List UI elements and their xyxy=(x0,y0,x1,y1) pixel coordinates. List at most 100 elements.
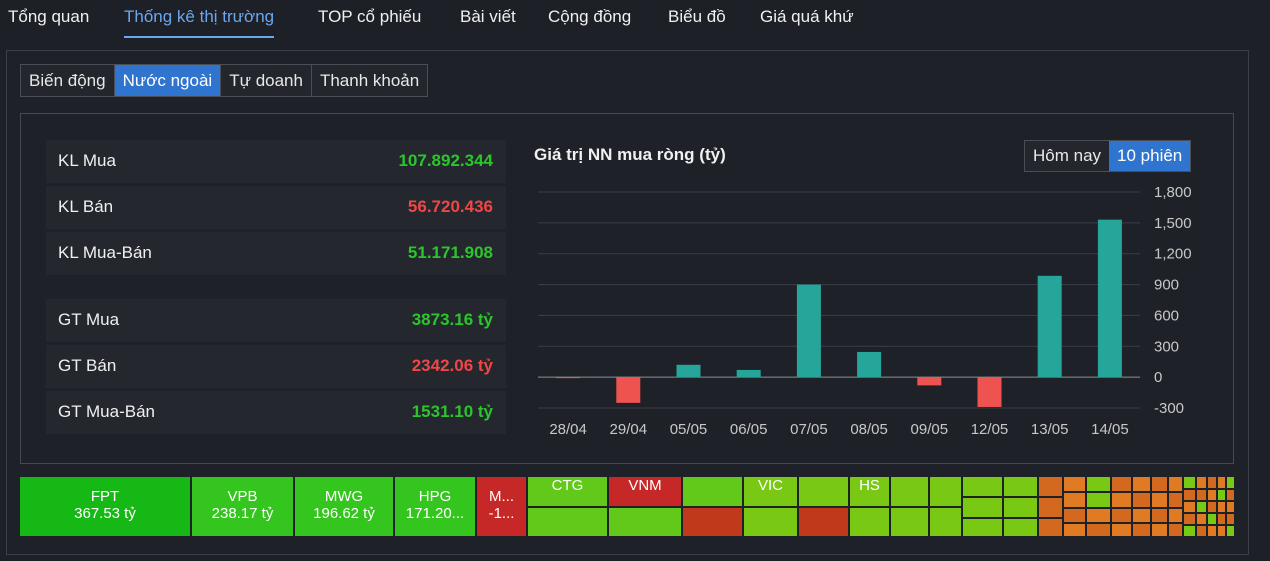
treemap-cell[interactable] xyxy=(1197,477,1207,489)
treemap-cell[interactable] xyxy=(1218,477,1226,489)
treemap-cell[interactable] xyxy=(1112,524,1132,537)
nav-tab-top-co-phieu[interactable]: TOP cổ phiếu xyxy=(318,6,421,38)
treemap-cell[interactable] xyxy=(1169,493,1183,508)
treemap-cell[interactable] xyxy=(1227,502,1235,513)
treemap-cell[interactable] xyxy=(1039,477,1063,497)
treemap-cell[interactable] xyxy=(963,498,1003,518)
treemap-cell[interactable] xyxy=(1208,477,1217,489)
treemap-cell[interactable] xyxy=(1064,524,1086,537)
bar-08-05[interactable] xyxy=(857,351,882,378)
treemap-cell[interactable] xyxy=(930,477,962,507)
treemap-cell[interactable] xyxy=(1152,509,1168,523)
treemap-cell[interactable] xyxy=(1184,526,1196,537)
bar-07-05[interactable] xyxy=(796,284,821,378)
treemap-cell-vic[interactable]: VIC xyxy=(744,477,798,507)
nav-tab-gia-qua-khu[interactable]: Giá quá khứ xyxy=(760,6,854,38)
treemap-cell[interactable] xyxy=(1133,477,1151,492)
treemap-cell[interactable] xyxy=(850,508,890,537)
sub-tab-tu-doanh[interactable]: Tự doanh xyxy=(221,65,312,96)
treemap-cell[interactable] xyxy=(1227,514,1235,525)
treemap-cell[interactable] xyxy=(1064,477,1086,492)
treemap-cell-mwg[interactable]: MWG 196.62 tỷ xyxy=(295,477,394,537)
treemap-cell[interactable] xyxy=(1152,477,1168,492)
treemap-cell[interactable] xyxy=(1218,526,1226,537)
treemap-cell[interactable] xyxy=(1087,477,1111,492)
treemap-cell[interactable] xyxy=(1064,509,1086,523)
treemap-cell[interactable] xyxy=(891,508,929,537)
treemap-cell[interactable] xyxy=(1184,514,1196,525)
treemap-cell[interactable] xyxy=(1004,477,1038,497)
treemap-cell[interactable] xyxy=(609,508,682,537)
treemap-cell[interactable] xyxy=(1004,519,1038,537)
treemap-cell[interactable] xyxy=(1208,502,1217,513)
treemap-cell[interactable] xyxy=(1133,509,1151,523)
bar-06-05[interactable] xyxy=(736,369,761,378)
bar-14-05[interactable] xyxy=(1097,219,1122,378)
treemap-cell[interactable] xyxy=(799,477,849,507)
treemap-cell[interactable] xyxy=(1112,493,1132,508)
treemap-cell[interactable] xyxy=(1152,493,1168,508)
treemap-cell[interactable] xyxy=(1197,514,1207,525)
treemap-cell[interactable] xyxy=(1112,477,1132,492)
nav-tab-cong-dong[interactable]: Cộng đồng xyxy=(548,6,631,38)
treemap-cell[interactable] xyxy=(1004,498,1038,518)
treemap-cell[interactable] xyxy=(1218,490,1226,501)
treemap-cell-m[interactable]: M... -1... xyxy=(477,477,527,537)
treemap-cell[interactable] xyxy=(1218,514,1226,525)
treemap-cell[interactable] xyxy=(1133,524,1151,537)
treemap-cell[interactable] xyxy=(1197,526,1207,537)
bar-29-04[interactable] xyxy=(616,377,641,403)
treemap-cell-vnm[interactable]: VNM xyxy=(609,477,682,507)
treemap-cell[interactable] xyxy=(799,508,849,537)
treemap-cell[interactable] xyxy=(1039,519,1063,537)
treemap-cell[interactable] xyxy=(1208,526,1217,537)
treemap-cell-hpg[interactable]: HPG 171.20... xyxy=(395,477,476,537)
range-10-sessions-button[interactable]: 10 phiên xyxy=(1109,141,1191,171)
treemap-cell-hs[interactable]: HS xyxy=(850,477,890,507)
sub-tab-nuoc-ngoai[interactable]: Nước ngoài xyxy=(114,65,222,96)
treemap-cell[interactable] xyxy=(1169,509,1183,523)
treemap-cell[interactable] xyxy=(1227,526,1235,537)
bar-28-04[interactable] xyxy=(556,377,581,379)
treemap-cell[interactable] xyxy=(1184,502,1196,513)
treemap-cell[interactable] xyxy=(1087,509,1111,523)
nav-tab-bieu-do[interactable]: Biểu đồ xyxy=(668,6,726,38)
treemap-cell[interactable] xyxy=(1184,477,1196,489)
treemap-cell[interactable] xyxy=(1208,490,1217,501)
bar-05-05[interactable] xyxy=(676,364,701,378)
range-today-button[interactable]: Hôm nay xyxy=(1025,141,1110,171)
sub-tab-bien-dong[interactable]: Biến động xyxy=(21,65,115,96)
treemap-cell[interactable] xyxy=(963,477,1003,497)
treemap-cell-ctg[interactable]: CTG xyxy=(528,477,608,507)
treemap-cell[interactable] xyxy=(1169,524,1183,537)
treemap-cell-fpt[interactable]: FPT 367.53 tỷ xyxy=(20,477,191,537)
nav-tab-tong-quan[interactable]: Tổng quan xyxy=(8,6,89,38)
treemap-cell[interactable] xyxy=(1087,524,1111,537)
treemap-cell[interactable] xyxy=(1227,490,1235,501)
treemap-cell[interactable] xyxy=(930,508,962,537)
treemap-cell[interactable] xyxy=(1064,493,1086,508)
treemap-cell[interactable] xyxy=(1133,493,1151,508)
treemap-cell[interactable] xyxy=(1208,514,1217,525)
bar-09-05[interactable] xyxy=(917,377,942,386)
bar-13-05[interactable] xyxy=(1037,275,1062,378)
treemap-cell[interactable] xyxy=(1039,498,1063,518)
treemap-cell[interactable] xyxy=(1197,502,1207,513)
bar-12-05[interactable] xyxy=(977,377,1002,407)
treemap-cell[interactable] xyxy=(1197,490,1207,501)
treemap-cell[interactable] xyxy=(1169,477,1183,492)
treemap-cell[interactable] xyxy=(683,508,743,537)
treemap-cell[interactable] xyxy=(1227,477,1235,489)
treemap-cell[interactable] xyxy=(744,508,798,537)
nav-tab-bai-viet[interactable]: Bài viết xyxy=(460,6,516,38)
treemap-cell[interactable] xyxy=(528,508,608,537)
treemap-cell[interactable] xyxy=(1152,524,1168,537)
treemap-cell[interactable] xyxy=(963,519,1003,537)
treemap-cell[interactable] xyxy=(1087,493,1111,508)
treemap-cell-vpb[interactable]: VPB 238.17 tỷ xyxy=(192,477,294,537)
treemap-cell[interactable] xyxy=(891,477,929,507)
treemap-cell[interactable] xyxy=(1184,490,1196,501)
treemap-cell[interactable] xyxy=(1112,509,1132,523)
nav-tab-thong-ke-thi-truong[interactable]: Thống kê thị trường xyxy=(124,6,275,38)
treemap-cell[interactable] xyxy=(1218,502,1226,513)
